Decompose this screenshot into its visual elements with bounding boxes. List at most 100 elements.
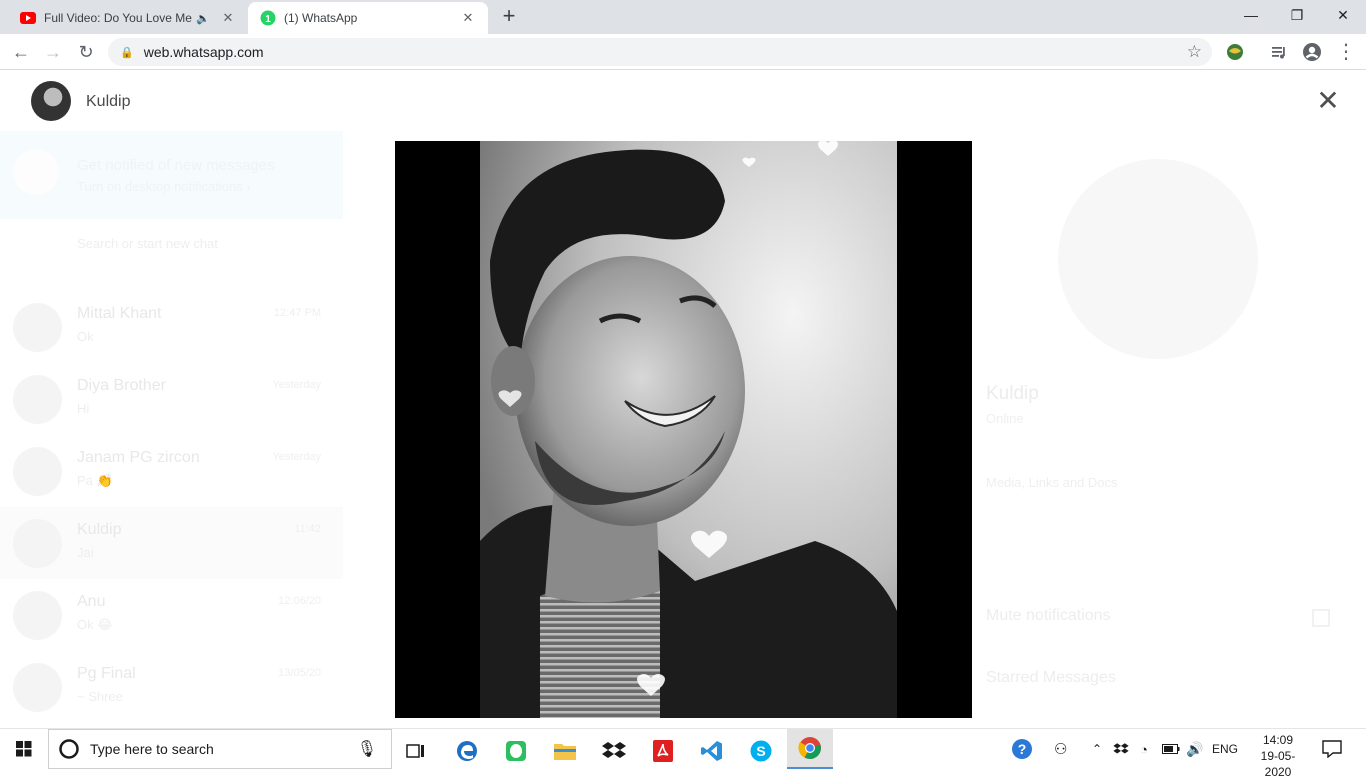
chat-message: ~ Shree <box>77 689 123 704</box>
chat-name: Diya Brother <box>77 377 166 394</box>
close-window-icon[interactable]: ✕ <box>1320 0 1366 30</box>
youtube-icon <box>20 12 36 24</box>
microphone-icon[interactable]: 🎙 <box>357 739 377 759</box>
media-links-docs-label: Media, Links and Docs <box>986 475 1118 490</box>
list-item: Kuldip Jai 11:42 <box>0 507 343 579</box>
chat-message: Ok <box>77 329 94 344</box>
clock[interactable]: 14:09 19-05-2020 <box>1250 732 1306 780</box>
mute-notifications-label: Mute notifications <box>986 607 1111 624</box>
list-item: Diya Brother Hi Yesterday <box>0 363 343 435</box>
contact-panel-name: Kuldip <box>986 383 1039 404</box>
tab-whatsapp[interactable]: 1 (1) WhatsApp ✕ <box>248 2 488 34</box>
wifi-icon[interactable]: ◔ <box>1140 729 1148 769</box>
edge-icon[interactable] <box>444 733 490 769</box>
taskbar-search-input[interactable]: Type here to search 🎙 <box>48 729 392 769</box>
chat-message: Jai <box>77 545 94 560</box>
whatsapp-icon: 1 <box>260 10 276 26</box>
minimize-icon[interactable]: — <box>1228 0 1274 30</box>
lock-icon[interactable]: 🔒 <box>120 46 134 59</box>
help-icon[interactable]: ? <box>1010 729 1034 769</box>
media-control-icon[interactable] <box>1269 42 1289 62</box>
speaker-icon[interactable]: 🔈 <box>196 12 210 25</box>
notification-center-icon[interactable] <box>1322 729 1342 769</box>
contact-panel-about: Online <box>986 411 1024 426</box>
list-item: Anu Ok 😂 12:06/20 <box>0 579 343 651</box>
search-chat-input: Search or start new chat <box>77 236 218 251</box>
chat-time: 11:42 <box>294 523 321 535</box>
skype-icon[interactable]: S <box>738 733 784 769</box>
task-view-icon[interactable] <box>393 733 439 769</box>
file-explorer-icon[interactable] <box>542 733 588 769</box>
chevron-up-icon[interactable]: ⌃ <box>1092 729 1102 769</box>
notification-title: Get notified of new messages <box>77 157 275 174</box>
chat-message: Ok 😂 <box>77 617 113 632</box>
back-icon[interactable]: ← <box>8 39 34 65</box>
close-tab-icon[interactable]: ✕ <box>220 10 236 26</box>
clock-date: 19-05-2020 <box>1260 749 1296 779</box>
tab-title: Full Video: Do You Love Me | <box>44 11 197 25</box>
reload-icon[interactable]: ↻ <box>73 39 99 65</box>
language-indicator[interactable]: ENG <box>1212 729 1238 769</box>
people-icon[interactable]: ⚇ <box>1054 729 1067 769</box>
svg-text:?: ? <box>1018 741 1027 757</box>
dropbox-tray-icon[interactable] <box>1113 729 1129 769</box>
list-item: Pg Final ~ Shree 13/05/20 <box>0 651 343 723</box>
chat-time: 12:06/20 <box>278 595 321 607</box>
windows-taskbar: Type here to search 🎙 S ? ⚇ ⌃ ◔ 🔊 ENG 14… <box>0 728 1366 779</box>
forward-icon[interactable]: → <box>40 39 66 65</box>
evernote-icon[interactable] <box>493 733 539 769</box>
extension-globe-icon[interactable] <box>1225 42 1245 62</box>
avatar <box>13 447 62 496</box>
contact-name[interactable]: Kuldip <box>86 93 130 111</box>
chat-name: Mittal Khant <box>77 305 162 322</box>
avatar <box>13 303 62 352</box>
volume-icon[interactable]: 🔊 <box>1186 729 1203 769</box>
notification-subtitle: Turn on desktop notifications › <box>77 179 251 194</box>
tab-title: (1) WhatsApp <box>284 11 358 25</box>
windows-start-icon[interactable] <box>0 729 48 769</box>
bookmark-star-icon[interactable]: ☆ <box>1187 42 1202 62</box>
chat-name: Pg Final <box>77 665 136 682</box>
new-tab-button[interactable]: + <box>497 4 521 28</box>
notification-banner: Get notified of new messages Turn on des… <box>0 131 343 219</box>
chat-time: Yesterday <box>272 379 321 391</box>
url-text: web.whatsapp.com <box>143 44 264 60</box>
chat-time: Yesterday <box>272 451 321 463</box>
restore-icon[interactable]: ❐ <box>1274 0 1320 30</box>
chat-message: Hi <box>77 401 90 416</box>
avatar <box>13 663 62 712</box>
bell-icon <box>13 149 59 195</box>
chat-name: Anu <box>77 593 106 610</box>
cortana-icon <box>59 739 79 759</box>
list-item: Mittal Khant Ok 12:47 PM <box>0 291 343 363</box>
avatar <box>13 591 62 640</box>
avatar <box>13 519 62 568</box>
menu-kebab-icon[interactable]: ⋮ <box>1333 39 1359 65</box>
chat-time: 12:47 PM <box>273 307 321 319</box>
profile-photo-image <box>480 140 897 718</box>
svg-text:S: S <box>756 743 765 759</box>
tab-youtube[interactable]: Full Video: Do You Love Me | 🔈 ✕ <box>8 2 248 34</box>
browser-tabstrip: Full Video: Do You Love Me | 🔈 ✕ 1 (1) W… <box>0 0 1366 34</box>
starred-messages-label: Starred Messages <box>986 669 1116 686</box>
browser-toolbar: ← → ↻ 🔒 web.whatsapp.com ☆ ⋮ <box>0 34 1366 70</box>
svg-text:1: 1 <box>265 14 271 25</box>
close-icon[interactable]: ✕ <box>1314 87 1342 115</box>
battery-icon[interactable] <box>1162 729 1180 769</box>
avatar[interactable] <box>31 81 71 121</box>
clock-time: 14:09 <box>1262 733 1294 747</box>
chrome-icon[interactable] <box>787 729 833 769</box>
chat-time: 13/05/20 <box>278 667 321 679</box>
profile-icon[interactable] <box>1302 42 1322 62</box>
avatar <box>13 375 62 424</box>
chat-name: Janam PG zircon <box>77 449 200 466</box>
chat-name: Kuldip <box>77 521 122 538</box>
dropbox-icon[interactable] <box>591 733 637 769</box>
close-tab-icon[interactable]: ✕ <box>460 10 476 26</box>
vscode-icon[interactable] <box>689 733 735 769</box>
address-bar[interactable]: 🔒 web.whatsapp.com ☆ <box>108 38 1212 66</box>
acrobat-icon[interactable] <box>640 733 686 769</box>
list-item: Janam PG zircon Pa 👏 Yesterday <box>0 435 343 507</box>
profile-photo <box>395 140 972 718</box>
chat-message: Pa 👏 <box>77 473 113 488</box>
